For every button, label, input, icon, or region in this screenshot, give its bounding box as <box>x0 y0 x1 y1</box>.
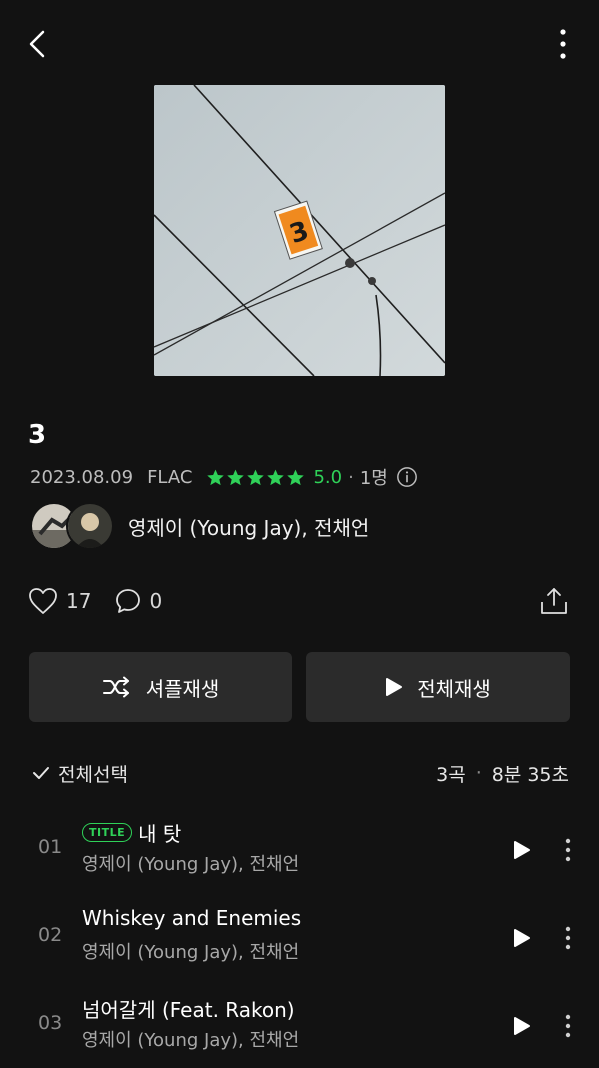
more-vertical-icon <box>560 29 566 59</box>
more-vertical-icon <box>565 838 571 862</box>
track-row[interactable]: 01 TITLE 내 탓 영제이 (Young Jay), 전채언 <box>0 812 599 892</box>
share-button[interactable] <box>537 584 571 618</box>
track-number: 02 <box>38 924 63 946</box>
back-arrow-icon <box>29 30 45 58</box>
album-title: 3 <box>28 420 47 450</box>
meta-separator: · <box>348 466 354 488</box>
track-play-button[interactable] <box>506 1008 538 1044</box>
track-more-button[interactable] <box>554 920 582 956</box>
star-icon <box>287 469 305 485</box>
album-meta: 2023.08.09 FLAC 5.0 · 1명 <box>30 464 418 490</box>
social-stats: 17 0 <box>28 585 186 617</box>
heart-icon <box>29 588 57 614</box>
album-cover-art: 3 <box>154 85 445 376</box>
track-row[interactable]: 03 넘어갈게 (Feat. Rakon) 영제이 (Young Jay), 전… <box>0 988 599 1068</box>
summary-separator: · <box>475 762 482 784</box>
play-icon <box>514 929 530 947</box>
artist-name[interactable]: 영제이 (Young Jay), 전채언 <box>128 512 369 541</box>
play-all-label: 전체재생 <box>417 676 491 701</box>
track-summary: 3곡 · 8분 35초 <box>436 759 569 787</box>
shuffle-icon <box>102 676 129 698</box>
select-all-toggle[interactable]: 전체선택 <box>32 759 128 787</box>
play-all-button[interactable]: 전체재생 <box>306 652 570 722</box>
check-icon <box>33 767 49 779</box>
track-title: Whiskey and Enemies <box>82 906 302 930</box>
shuffle-play-button[interactable]: 셔플재생 <box>29 652 292 722</box>
total-duration: 8분 35초 <box>491 763 569 786</box>
back-button[interactable] <box>20 26 54 62</box>
like-count: 17 <box>66 589 92 613</box>
album-cover[interactable]: 3 <box>154 85 445 376</box>
play-icon <box>386 678 403 696</box>
title-track-badge: TITLE <box>82 823 133 842</box>
comment-count: 0 <box>149 589 163 613</box>
track-more-button[interactable] <box>554 832 582 868</box>
play-icon <box>514 1017 530 1035</box>
track-artist: 영제이 (Young Jay), 전채언 <box>82 1030 300 1051</box>
rating-value: 5.0 <box>313 466 343 488</box>
release-date: 2023.08.09 <box>30 466 134 488</box>
artist-avatar[interactable] <box>66 502 114 550</box>
play-icon <box>514 841 530 859</box>
comment-button[interactable] <box>115 588 141 614</box>
info-icon <box>396 467 417 487</box>
track-artist: 영제이 (Young Jay), 전채언 <box>82 942 300 963</box>
track-title: 넘어갈게 (Feat. Rakon) <box>82 998 295 1022</box>
share-icon <box>541 588 567 614</box>
more-options-button[interactable] <box>546 26 580 62</box>
track-more-button[interactable] <box>554 1008 582 1044</box>
track-play-button[interactable] <box>506 832 538 868</box>
track-artist: 영제이 (Young Jay), 전채언 <box>82 854 300 875</box>
shuffle-play-label: 셔플재생 <box>145 676 220 701</box>
track-title: 내 탓 <box>138 822 182 846</box>
star-icon <box>267 469 285 485</box>
star-icon <box>247 469 265 485</box>
select-all-label: 전체선택 <box>58 763 128 786</box>
track-count: 3곡 <box>436 763 466 786</box>
more-vertical-icon <box>565 1014 571 1038</box>
like-button[interactable] <box>28 587 58 615</box>
track-number: 01 <box>38 836 63 858</box>
info-button[interactable] <box>396 466 418 488</box>
artist-row[interactable]: 영제이 (Young Jay), 전채언 <box>30 502 369 550</box>
star-icon <box>227 469 245 485</box>
track-row[interactable]: 02 Whiskey and Enemies 영제이 (Young Jay), … <box>0 900 599 980</box>
rating-stars[interactable] <box>206 468 305 487</box>
track-play-button[interactable] <box>506 920 538 956</box>
track-number: 03 <box>38 1012 63 1034</box>
more-vertical-icon <box>565 926 571 950</box>
comment-icon <box>116 589 141 613</box>
audio-format: FLAC <box>147 466 193 488</box>
rating-count: 1명 <box>359 468 388 489</box>
star-icon <box>207 469 225 485</box>
